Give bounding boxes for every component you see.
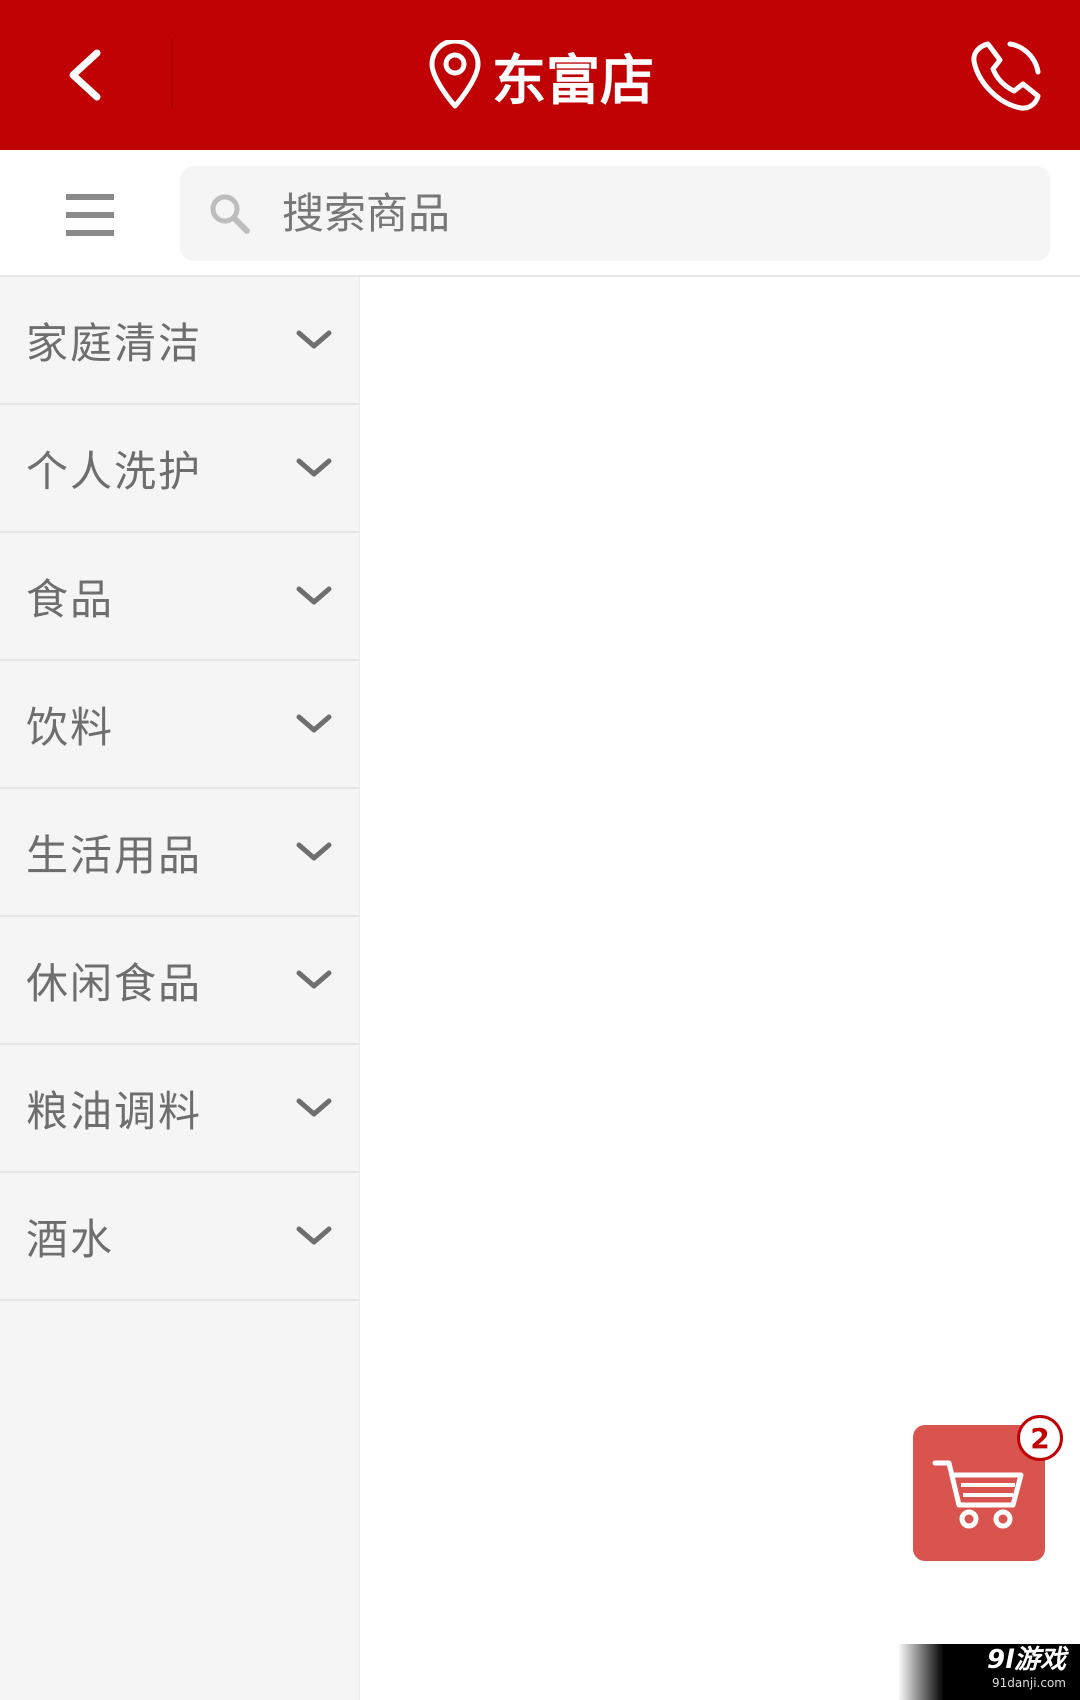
category-label: 家庭清洁 (26, 318, 203, 368)
chevron-down-icon (296, 1226, 332, 1245)
map-pin-icon (429, 40, 481, 109)
category-item-grain-oil[interactable]: 粮油调料 (0, 1045, 359, 1173)
top-header: 东富店 (0, 0, 1080, 150)
watermark-logo: 9l游戏 (986, 1645, 1066, 1675)
search-row (0, 150, 1080, 277)
category-item-food[interactable]: 食品 (0, 533, 359, 661)
store-title: 东富店 (0, 0, 1080, 150)
category-sidebar: 家庭清洁 个人洗护 食品 饮料 生活用品 休闲食品 粮油调料 酒水 (0, 277, 360, 1700)
category-label: 粮油调料 (26, 1086, 203, 1136)
hamburger-menu-icon (66, 194, 114, 236)
category-label: 饮料 (26, 702, 115, 752)
chevron-down-icon (296, 458, 332, 477)
cart-count-badge: 2 (1017, 1415, 1063, 1461)
category-label: 酒水 (26, 1214, 115, 1264)
chevron-down-icon (296, 586, 332, 605)
category-label: 食品 (26, 574, 115, 624)
chevron-down-icon (296, 330, 332, 349)
chevron-down-icon (296, 1098, 332, 1117)
category-label: 生活用品 (26, 830, 203, 880)
chevron-down-icon (296, 970, 332, 989)
chevron-down-icon (296, 714, 332, 733)
watermark-url: 91danji.com (992, 1676, 1066, 1690)
category-item-household-cleaning[interactable]: 家庭清洁 (0, 277, 359, 405)
menu-button[interactable] (60, 185, 120, 245)
store-name: 东富店 (492, 48, 654, 112)
search-box[interactable] (180, 166, 1050, 261)
category-label: 个人洗护 (26, 446, 203, 496)
category-item-alcohol[interactable]: 酒水 (0, 1173, 359, 1301)
app-root: 东富店 家庭清洁 (0, 0, 1080, 1700)
watermark: 9l游戏 91danji.com (898, 1644, 1080, 1700)
category-item-personal-care[interactable]: 个人洗护 (0, 405, 359, 533)
search-icon (210, 194, 250, 234)
category-item-daily-goods[interactable]: 生活用品 (0, 789, 359, 917)
category-item-snacks[interactable]: 休闲食品 (0, 917, 359, 1045)
shopping-cart-icon (932, 1460, 1024, 1529)
search-input[interactable] (282, 178, 982, 249)
phone-button[interactable] (962, 30, 1052, 120)
category-item-drinks[interactable]: 饮料 (0, 661, 359, 789)
phone-icon (971, 41, 1041, 111)
category-label: 休闲食品 (26, 958, 203, 1008)
chevron-down-icon (296, 842, 332, 861)
